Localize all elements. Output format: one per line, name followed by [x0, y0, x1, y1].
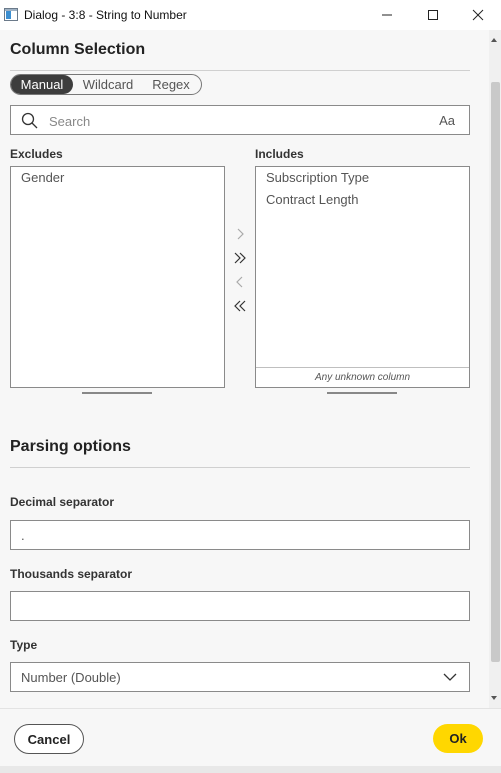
vertical-scrollbar[interactable] — [489, 30, 501, 708]
move-all-left-icon — [234, 300, 246, 312]
window-border — [0, 766, 501, 773]
dialog-footer: Cancel Ok — [0, 708, 501, 766]
selection-mode-toggle: Manual Wildcard Regex — [10, 74, 202, 95]
mode-manual[interactable]: Manual — [11, 75, 73, 94]
includes-resize-handle[interactable] — [327, 392, 397, 394]
scroll-down-icon[interactable] — [491, 696, 497, 700]
excludes-list[interactable]: Gender — [10, 166, 225, 388]
move-left-icon — [236, 276, 243, 288]
list-item[interactable]: Subscription Type — [266, 170, 369, 185]
close-icon — [472, 9, 484, 21]
any-unknown-column[interactable]: Any unknown column — [256, 367, 469, 387]
move-all-right-button[interactable] — [231, 249, 249, 267]
divider — [10, 70, 470, 71]
excludes-label: Excludes — [10, 147, 63, 161]
minimize-button[interactable] — [364, 0, 410, 30]
thousands-separator-label: Thousands separator — [10, 567, 133, 581]
list-item[interactable]: Contract Length — [266, 192, 359, 207]
search-icon — [21, 112, 38, 129]
type-label: Type — [10, 638, 38, 652]
scrollbar-thumb[interactable] — [491, 82, 500, 662]
case-sensitive-toggle[interactable]: Aa — [439, 113, 455, 128]
decimal-separator-value: . — [21, 528, 25, 543]
cancel-button[interactable]: Cancel — [14, 724, 84, 754]
type-value: Number (Double) — [21, 670, 121, 685]
includes-label: Includes — [255, 147, 304, 161]
move-all-right-icon — [234, 252, 246, 264]
title-bar: Dialog - 3:8 - String to Number — [0, 0, 501, 30]
type-select[interactable]: Number (Double) — [10, 662, 470, 692]
decimal-separator-field[interactable]: . — [10, 520, 470, 550]
mode-regex[interactable]: Regex — [143, 75, 199, 94]
search-input[interactable]: Search Aa — [10, 105, 470, 135]
app-icon — [4, 8, 18, 21]
search-placeholder: Search — [49, 114, 91, 129]
chevron-down-icon — [443, 673, 457, 681]
thousands-separator-field[interactable] — [10, 591, 470, 621]
close-button[interactable] — [455, 0, 501, 30]
excludes-resize-handle[interactable] — [82, 392, 152, 394]
move-all-left-button[interactable] — [231, 297, 249, 315]
includes-list[interactable]: Subscription Type Contract Length Any un… — [255, 166, 470, 388]
maximize-icon — [428, 10, 438, 20]
list-item[interactable]: Gender — [21, 170, 64, 185]
window-title: Dialog - 3:8 - String to Number — [24, 8, 187, 22]
dialog-content: Column Selection Manual Wildcard Regex S… — [0, 30, 489, 708]
move-right-button[interactable] — [231, 225, 249, 243]
scroll-up-icon[interactable] — [491, 38, 497, 42]
parsing-options-title: Parsing options — [10, 438, 131, 455]
column-selection-title: Column Selection — [10, 41, 146, 58]
decimal-separator-label: Decimal separator — [10, 495, 115, 509]
mode-wildcard[interactable]: Wildcard — [73, 75, 143, 94]
maximize-button[interactable] — [410, 0, 456, 30]
minimize-icon — [382, 14, 392, 16]
move-right-icon — [237, 228, 244, 240]
move-left-button[interactable] — [231, 273, 249, 291]
ok-button[interactable]: Ok — [433, 724, 483, 753]
divider — [10, 467, 470, 468]
